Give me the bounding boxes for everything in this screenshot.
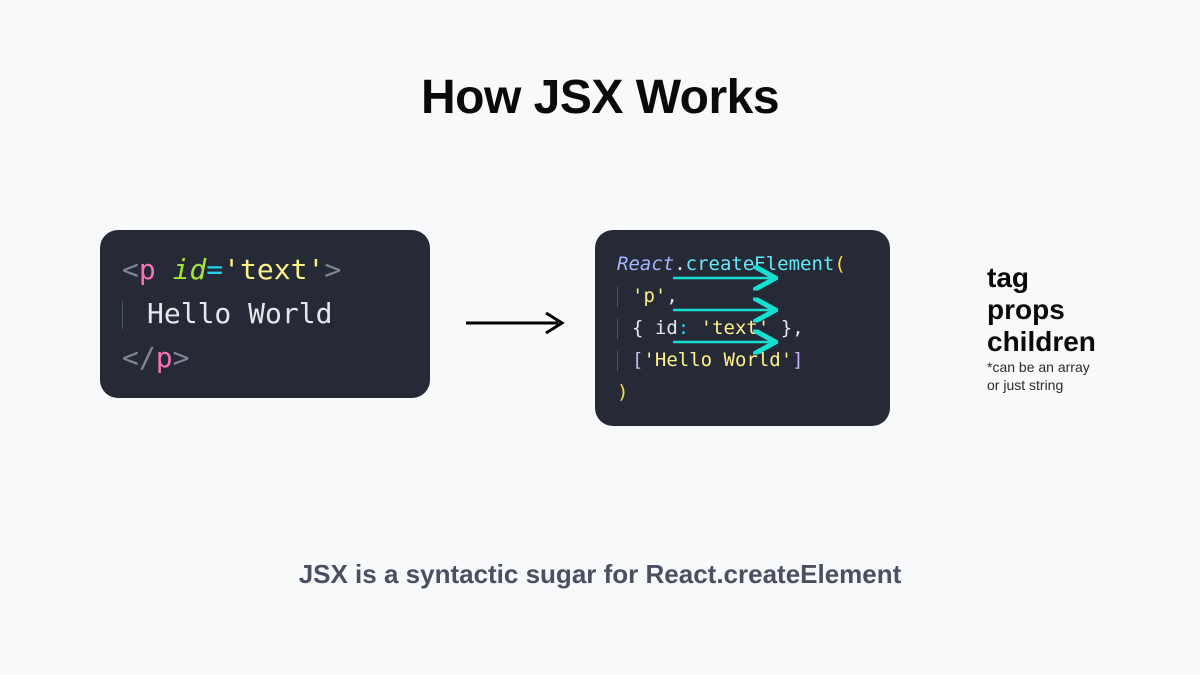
diagram-caption: JSX is a syntactic sugar for React.creat… bbox=[0, 559, 1200, 590]
brace-open: { bbox=[632, 317, 655, 339]
angle-close-open: </ bbox=[122, 341, 156, 374]
jsx-line-2: Hello World bbox=[122, 292, 408, 336]
annotation-children: children bbox=[987, 326, 1096, 358]
indent-guide bbox=[617, 287, 618, 307]
jsx-code-box: <p id='text'> Hello World </p> bbox=[100, 230, 430, 398]
jsx-attr-value: 'text' bbox=[223, 253, 324, 286]
indent-guide bbox=[122, 301, 123, 329]
indent-guide bbox=[617, 319, 618, 339]
diagram-title: How JSX Works bbox=[0, 70, 1200, 125]
annotation-note: *can be an arrayor just string bbox=[987, 358, 1090, 394]
angle-close: > bbox=[324, 253, 341, 286]
annotation-props: props bbox=[987, 294, 1065, 326]
jsx-tag: p bbox=[139, 253, 156, 286]
annotation-tag: tag bbox=[987, 262, 1029, 294]
jsx-close-tag: p bbox=[156, 341, 173, 374]
annotation-arrows-icon bbox=[673, 262, 913, 402]
indent-guide bbox=[617, 351, 618, 371]
angle-open: < bbox=[122, 253, 139, 286]
space bbox=[156, 253, 173, 286]
transform-arrow-icon bbox=[462, 308, 572, 338]
jsx-line-3: </p> bbox=[122, 336, 408, 380]
bracket-open: [ bbox=[632, 349, 643, 371]
jsx-content: Hello World bbox=[147, 297, 332, 330]
react-obj: React bbox=[617, 253, 674, 275]
jsx-line-1: <p id='text'> bbox=[122, 248, 408, 292]
angle-close-close: > bbox=[173, 341, 190, 374]
paren-close: ) bbox=[617, 381, 628, 403]
jsx-attr-name: id bbox=[173, 253, 207, 286]
react-arg-tag: 'p' bbox=[632, 285, 666, 307]
eq-op: = bbox=[206, 253, 223, 286]
